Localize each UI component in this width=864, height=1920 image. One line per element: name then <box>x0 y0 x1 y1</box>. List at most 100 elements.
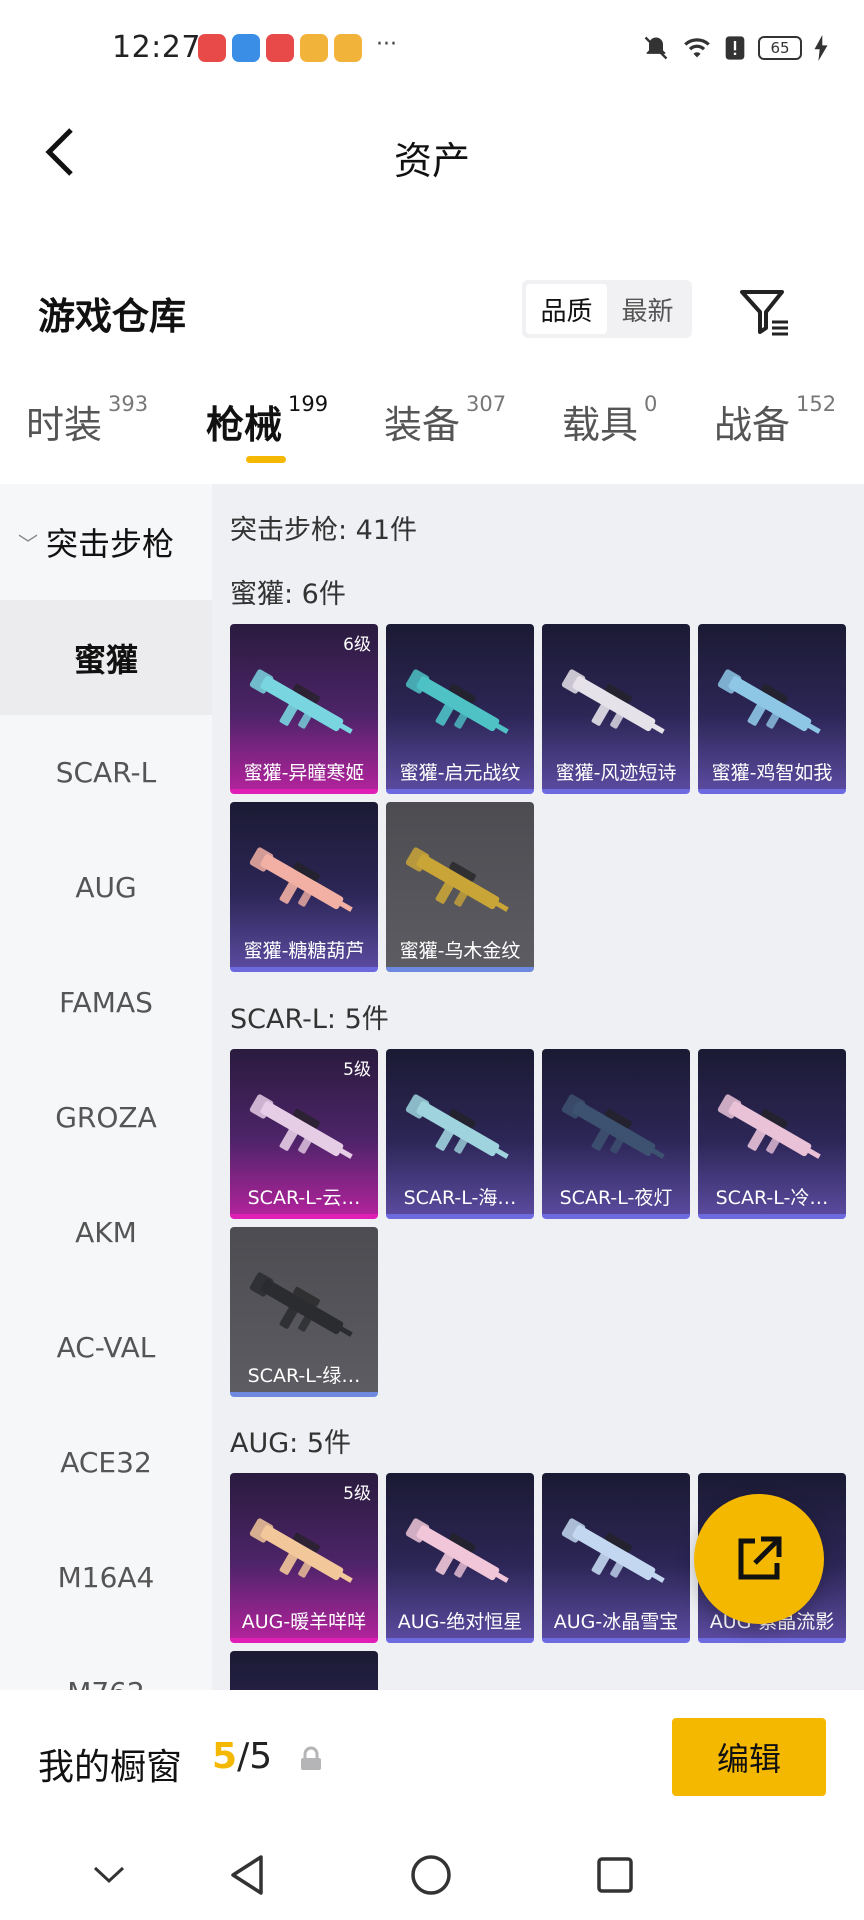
rifle-icon <box>717 669 821 734</box>
nav-recents-button[interactable] <box>588 1848 642 1902</box>
share-button[interactable] <box>694 1494 824 1624</box>
weapon-skin-card[interactable] <box>230 1651 378 1690</box>
tab-battle-gear[interactable]: 战备 152 <box>714 392 836 449</box>
weapon-skin-name: AUG-冰晶雪宝 <box>553 1611 679 1633</box>
weapon-skin-name: AUG-暖羊咩咩 <box>241 1611 367 1633</box>
sidebar-item[interactable]: M762 <box>0 1635 212 1690</box>
sidebar-item[interactable]: AKM <box>0 1175 212 1290</box>
app-notification-icon <box>232 34 260 62</box>
weapon-skin-name: 蜜獾-异瞳寒姬 <box>243 762 365 784</box>
notification-icons: ··· <box>198 31 397 62</box>
rifle-icon <box>561 669 665 734</box>
filter-icon <box>740 290 788 336</box>
system-icons: 65 <box>642 34 828 62</box>
tab-fashion[interactable]: 时装 393 <box>26 392 148 449</box>
weapon-skin-name: 蜜獾-糖糖葫芦 <box>243 940 365 962</box>
showcase-bar: 我的橱窗 5/5 编辑 <box>0 1690 864 1830</box>
weapon-skin-card[interactable]: 蜜獾-鸡智如我 <box>698 624 846 794</box>
weapon-skin-name: SCAR-L-冷… <box>715 1187 829 1209</box>
rifle-icon <box>405 847 509 912</box>
grade-badge: 5级 <box>343 1484 371 1504</box>
tab-weapons[interactable]: 枪械 199 <box>206 392 328 449</box>
weapon-skin-card[interactable]: AUG-冰晶雪宝 <box>542 1473 690 1643</box>
status-time: 12:27 <box>112 30 201 65</box>
weapon-type-sidebar: ﹀ 突击步枪 蜜獾 SCAR-L AUG FAMAS GROZA AKM AC-… <box>0 484 212 1690</box>
app-notification-icon <box>266 34 294 62</box>
rifle-icon <box>249 847 353 912</box>
header: 资产 <box>0 100 864 210</box>
app-notification-icon <box>334 34 362 62</box>
more-notifications-icon: ··· <box>376 31 397 57</box>
nav-hide-button[interactable] <box>82 1848 136 1902</box>
rifle-icon <box>249 1094 353 1159</box>
circle-home-icon <box>411 1855 451 1895</box>
app-notification-icon <box>300 34 328 62</box>
chevron-down-icon <box>93 1866 125 1884</box>
battery-icon: 65 <box>758 36 802 60</box>
sidebar-item[interactable]: FAMAS <box>0 945 212 1060</box>
sidebar-item[interactable]: GROZA <box>0 1060 212 1175</box>
weapon-skin-card[interactable]: SCAR-L-海… <box>386 1049 534 1219</box>
sort-toggle: 品质 最新 <box>522 280 692 338</box>
nav-back-button[interactable] <box>220 1848 274 1902</box>
sidebar-group-assault-rifle[interactable]: ﹀ 突击步枪 <box>0 484 212 600</box>
rifle-icon <box>717 1094 821 1159</box>
page-title: 资产 <box>393 139 470 183</box>
mute-bell-icon <box>644 36 668 60</box>
triangle-back-icon <box>231 1855 263 1895</box>
weapon-skin-card[interactable]: 5级 AUG-暖羊咩咩 <box>230 1473 378 1643</box>
rifle-icon <box>561 1094 665 1159</box>
showcase-count: 5/5 <box>212 1736 273 1777</box>
edit-button[interactable]: 编辑 <box>672 1718 826 1796</box>
weapon-skin-card[interactable]: 6级 蜜獾-异瞳寒姬 <box>230 624 378 794</box>
sort-quality-button[interactable]: 品质 <box>526 284 607 334</box>
weapon-skin-card[interactable]: 5级 SCAR-L-云… <box>230 1049 378 1219</box>
weapon-skin-card[interactable]: 蜜獾-启元战纹 <box>386 624 534 794</box>
weapon-skin-card[interactable]: 蜜獾-风迹短诗 <box>542 624 690 794</box>
rifle-icon <box>405 669 509 734</box>
weapon-skin-name: 蜜獾-乌木金纹 <box>399 940 521 962</box>
sidebar-item[interactable]: ACE32 <box>0 1405 212 1520</box>
sort-newest-button[interactable]: 最新 <box>607 284 688 334</box>
total-count-heading: 突击步枪: 41件 <box>230 515 418 546</box>
charging-icon <box>814 35 828 61</box>
rifle-icon <box>249 669 353 734</box>
filter-button[interactable] <box>736 284 792 340</box>
weapon-skin-name: 蜜獾-鸡智如我 <box>711 762 833 784</box>
sidebar-item[interactable]: SCAR-L <box>0 715 212 830</box>
rifle-icon <box>405 1518 509 1583</box>
weapon-skin-card[interactable]: 蜜獾-乌木金纹 <box>386 802 534 972</box>
rifle-icon <box>405 1094 509 1159</box>
weapon-skin-card[interactable]: SCAR-L-夜灯 <box>542 1049 690 1219</box>
grade-badge: 5级 <box>343 1060 371 1080</box>
sidebar-item[interactable]: 蜜獾 <box>0 600 212 715</box>
tab-equipment[interactable]: 装备 307 <box>384 392 506 449</box>
sidebar-item[interactable]: AUG <box>0 830 212 945</box>
weapon-skin-card[interactable]: SCAR-L-冷… <box>698 1049 846 1219</box>
weapon-skin-name: 蜜獾-启元战纹 <box>399 762 521 784</box>
showcase-label: 我的橱窗 <box>38 1747 183 1788</box>
rifle-icon <box>249 1272 353 1337</box>
weapon-skin-card[interactable]: SCAR-L-绿… <box>230 1227 378 1397</box>
share-external-icon <box>738 1536 782 1580</box>
weapon-skin-name: SCAR-L-云… <box>247 1187 361 1209</box>
tab-vehicles[interactable]: 载具 0 <box>562 392 657 449</box>
weapon-skin-name: SCAR-L-夜灯 <box>559 1187 673 1209</box>
weapon-skin-name: SCAR-L-海… <box>403 1187 517 1209</box>
rifle-icon <box>561 1518 665 1583</box>
status-bar: 12:27 ··· 65 <box>0 0 864 100</box>
weapon-skin-name: SCAR-L-绿… <box>247 1365 361 1387</box>
sidebar-item[interactable]: M16A4 <box>0 1520 212 1635</box>
section-heading: AUG: 5件 <box>230 1428 352 1459</box>
section-heading: SCAR-L: 5件 <box>230 1004 389 1035</box>
weapon-skin-card[interactable]: 蜜獾-糖糖葫芦 <box>230 802 378 972</box>
weapon-skin-name: 蜜獾-风迹短诗 <box>555 762 677 784</box>
system-nav-bar <box>0 1830 864 1920</box>
sidebar-item[interactable]: AC-VAL <box>0 1290 212 1405</box>
lock-icon <box>301 1746 321 1770</box>
warehouse-bar: 游戏仓库 品质 最新 <box>0 260 864 360</box>
nav-home-button[interactable] <box>404 1848 458 1902</box>
app-notification-icon <box>198 34 226 62</box>
square-recents-icon <box>597 1857 633 1893</box>
weapon-skin-card[interactable]: AUG-绝对恒星 <box>386 1473 534 1643</box>
